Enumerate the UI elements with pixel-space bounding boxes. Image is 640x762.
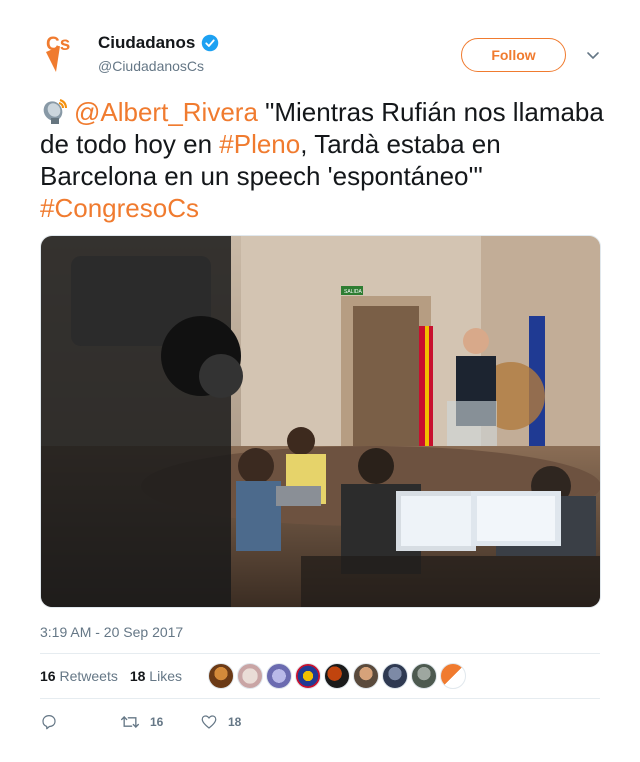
retweets-stat[interactable]: 16 Retweets	[40, 668, 118, 684]
mention-link[interactable]: @Albert_Rivera	[74, 97, 258, 127]
retweet-icon[interactable]	[120, 713, 140, 731]
liker-avatar[interactable]	[207, 663, 234, 689]
svg-text:Cs: Cs	[46, 34, 70, 55]
liker-avatar[interactable]	[265, 663, 292, 689]
follow-button[interactable]: Follow	[461, 38, 566, 72]
tweet-text: @Albert_Rivera "Mientras Rufián nos llam…	[40, 96, 606, 224]
retweets-label: Retweets	[59, 668, 118, 684]
retweets-count: 16	[40, 668, 56, 684]
liker-avatar[interactable]	[381, 663, 408, 689]
likes-count: 18	[129, 668, 146, 684]
heart-icon[interactable]	[200, 713, 218, 731]
press-conference-photo: SALIDA	[41, 236, 600, 607]
reply-icon[interactable]	[40, 713, 58, 731]
likes-label: Likes	[149, 668, 182, 684]
svg-text:SALIDA: SALIDA	[344, 289, 362, 295]
liker-avatar[interactable]	[410, 663, 437, 689]
display-name[interactable]: Ciudadanos	[98, 33, 195, 53]
liker-avatar[interactable]	[294, 663, 321, 689]
like-count: 18	[228, 715, 242, 729]
likes-stat[interactable]: 18 Likes	[130, 668, 182, 684]
retweet-action[interactable]: 16	[120, 713, 200, 731]
liker-avatar[interactable]	[323, 663, 350, 689]
tweet-timestamp[interactable]: 3:19 AM - 20 Sep 2017	[40, 624, 183, 640]
account-handle[interactable]: @CiudadanosCs	[98, 58, 219, 74]
retweet-count: 16	[150, 715, 164, 729]
chevron-down-icon[interactable]	[585, 47, 601, 63]
ciudadanos-logo-icon: Cs	[46, 34, 70, 72]
like-action[interactable]: 18	[200, 713, 280, 731]
tweet-stats: 16 Retweets 18 Likes	[40, 653, 600, 699]
account-name-block: Ciudadanos @CiudadanosCs	[98, 33, 219, 74]
liker-avatar[interactable]	[439, 663, 466, 689]
hashtag-pleno-link[interactable]: #Pleno	[219, 129, 300, 159]
tweet-photo[interactable]: SALIDA	[40, 235, 601, 608]
liker-avatar[interactable]	[352, 663, 379, 689]
tweet-header: Cs Ciudadanos @CiudadanosCs Follow	[40, 30, 600, 80]
liker-avatar[interactable]	[236, 663, 263, 689]
liker-avatars	[207, 663, 466, 689]
tweet-actions: 16 18	[40, 710, 340, 734]
hashtag-congresocs-link[interactable]: #CongresoCs	[40, 193, 199, 223]
verified-badge-icon	[202, 34, 219, 52]
reply-action[interactable]	[40, 713, 120, 731]
satellite-antenna-icon	[43, 99, 67, 124]
account-avatar[interactable]: Cs	[40, 30, 88, 78]
display-name-row[interactable]: Ciudadanos	[98, 33, 219, 53]
